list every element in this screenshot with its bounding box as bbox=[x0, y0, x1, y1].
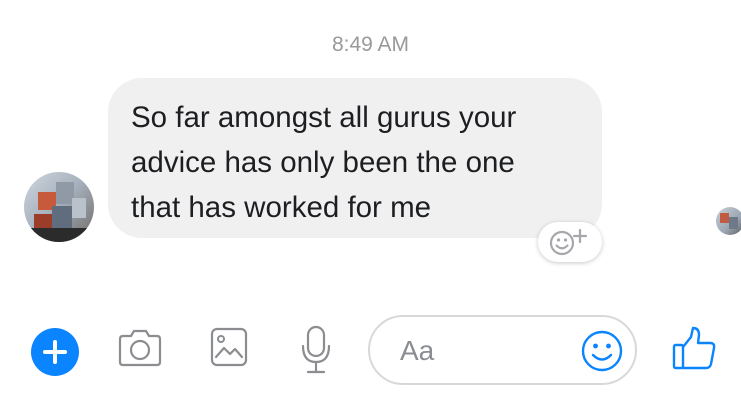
emoji-icon bbox=[581, 330, 623, 372]
thumbs-up-icon bbox=[672, 326, 716, 370]
gallery-button[interactable] bbox=[209, 326, 249, 373]
camera-button[interactable] bbox=[116, 328, 164, 373]
message-line: advice has only been the one bbox=[131, 146, 515, 179]
voice-message-button[interactable] bbox=[299, 324, 333, 381]
add-reaction-icon bbox=[549, 228, 588, 256]
camera-icon bbox=[118, 329, 162, 367]
message-timestamp: 8:49 AM bbox=[331, 33, 410, 56]
more-actions-button[interactable] bbox=[31, 328, 79, 376]
message-bubble[interactable]: So far amongst all gurus your advice has… bbox=[108, 78, 602, 238]
gallery-icon bbox=[210, 327, 248, 367]
seen-receipt-avatar bbox=[716, 207, 741, 235]
message-input-placeholder: Aa bbox=[400, 335, 435, 366]
message-line: So far amongst all gurus your bbox=[131, 101, 517, 134]
composer-bar: Aa bbox=[0, 300, 741, 400]
microphone-icon bbox=[301, 325, 331, 374]
message-input[interactable]: Aa bbox=[368, 315, 637, 385]
sender-avatar[interactable] bbox=[24, 172, 94, 242]
like-button[interactable] bbox=[670, 324, 718, 377]
message-line: that has worked for me bbox=[131, 191, 432, 224]
add-reaction-button[interactable] bbox=[538, 222, 602, 262]
emoji-button[interactable] bbox=[580, 329, 624, 378]
